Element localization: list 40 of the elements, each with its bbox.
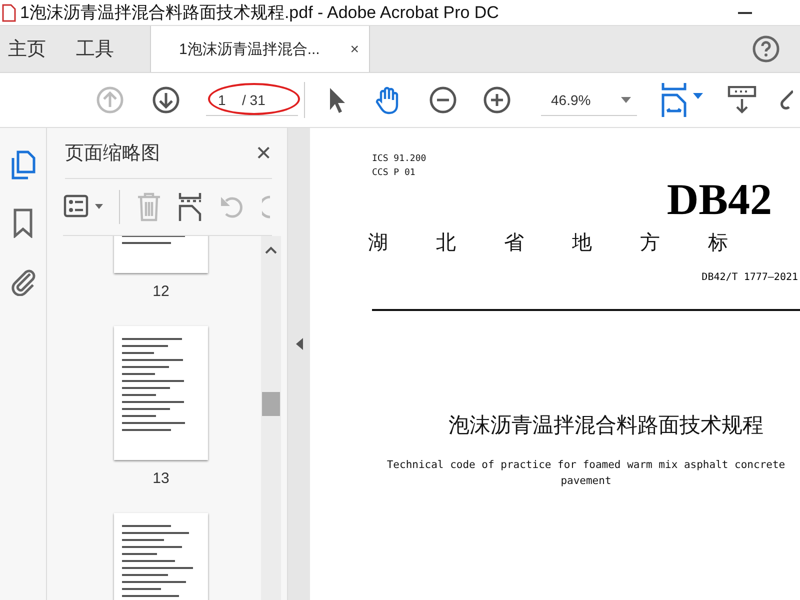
- zoom-out-icon[interactable]: [429, 86, 457, 114]
- pages-icon[interactable]: [10, 150, 36, 180]
- document-subtitle: Technical code of practice for foamed warm mix asphalt concrete pavement: [386, 458, 786, 489]
- window-title: 1泡沫沥青温拌混合料路面技术规程.pdf - Adobe Acrobat Pro DC: [20, 2, 499, 24]
- document-tab[interactable]: 1泡沫沥青温拌混合... ×: [150, 26, 370, 72]
- heading-character: 湖: [368, 231, 388, 256]
- ccs-code: CCS P 01: [372, 168, 416, 178]
- zoom-dropdown[interactable]: 46.9%: [541, 84, 637, 116]
- heading-character: 标: [708, 231, 728, 256]
- nav-tab[interactable]: 主页: [0, 26, 54, 72]
- document-title: 泡沫沥青温拌混合料路面技术规程: [448, 413, 764, 439]
- standard-code: DB42: [666, 174, 772, 225]
- tab-label: 1泡沫沥青温拌混合...: [179, 40, 320, 58]
- close-panel-button[interactable]: ✕: [255, 140, 272, 166]
- fit-page-icon[interactable]: [661, 83, 705, 117]
- minimize-button[interactable]: [738, 12, 752, 14]
- panel-title: 页面缩略图: [65, 142, 160, 166]
- page-number: 12: [152, 283, 170, 300]
- close-tab-button[interactable]: ×: [350, 40, 359, 58]
- scrollbar-thumb[interactable]: [262, 392, 280, 416]
- nav-tab[interactable]: 工具: [68, 26, 122, 72]
- page-count: / 31: [242, 92, 266, 108]
- caret-icon: [621, 96, 631, 102]
- zoom-in-icon[interactable]: [483, 86, 511, 114]
- page-number: 13: [152, 470, 170, 487]
- pointer-icon[interactable]: [327, 86, 347, 114]
- standard-number: DB42/T 1777—2021: [702, 272, 798, 283]
- heading-character: 省: [504, 231, 524, 256]
- up-caret-icon[interactable]: [265, 246, 277, 254]
- heading-character: 北: [436, 231, 456, 256]
- heading-character: 方: [640, 231, 660, 256]
- heading-character: 地: [572, 231, 592, 256]
- collapse-arrow-icon[interactable]: [296, 338, 302, 350]
- page-number-field[interactable]: 1: [218, 92, 236, 108]
- scrollbar[interactable]: [261, 236, 281, 600]
- extract-page-icon[interactable]: [178, 193, 202, 221]
- page-thumbnail[interactable]: [114, 326, 208, 460]
- help-icon[interactable]: [752, 35, 780, 63]
- scroll-mode-icon[interactable]: [727, 86, 757, 114]
- ics-code: ICS 91.200: [372, 154, 428, 164]
